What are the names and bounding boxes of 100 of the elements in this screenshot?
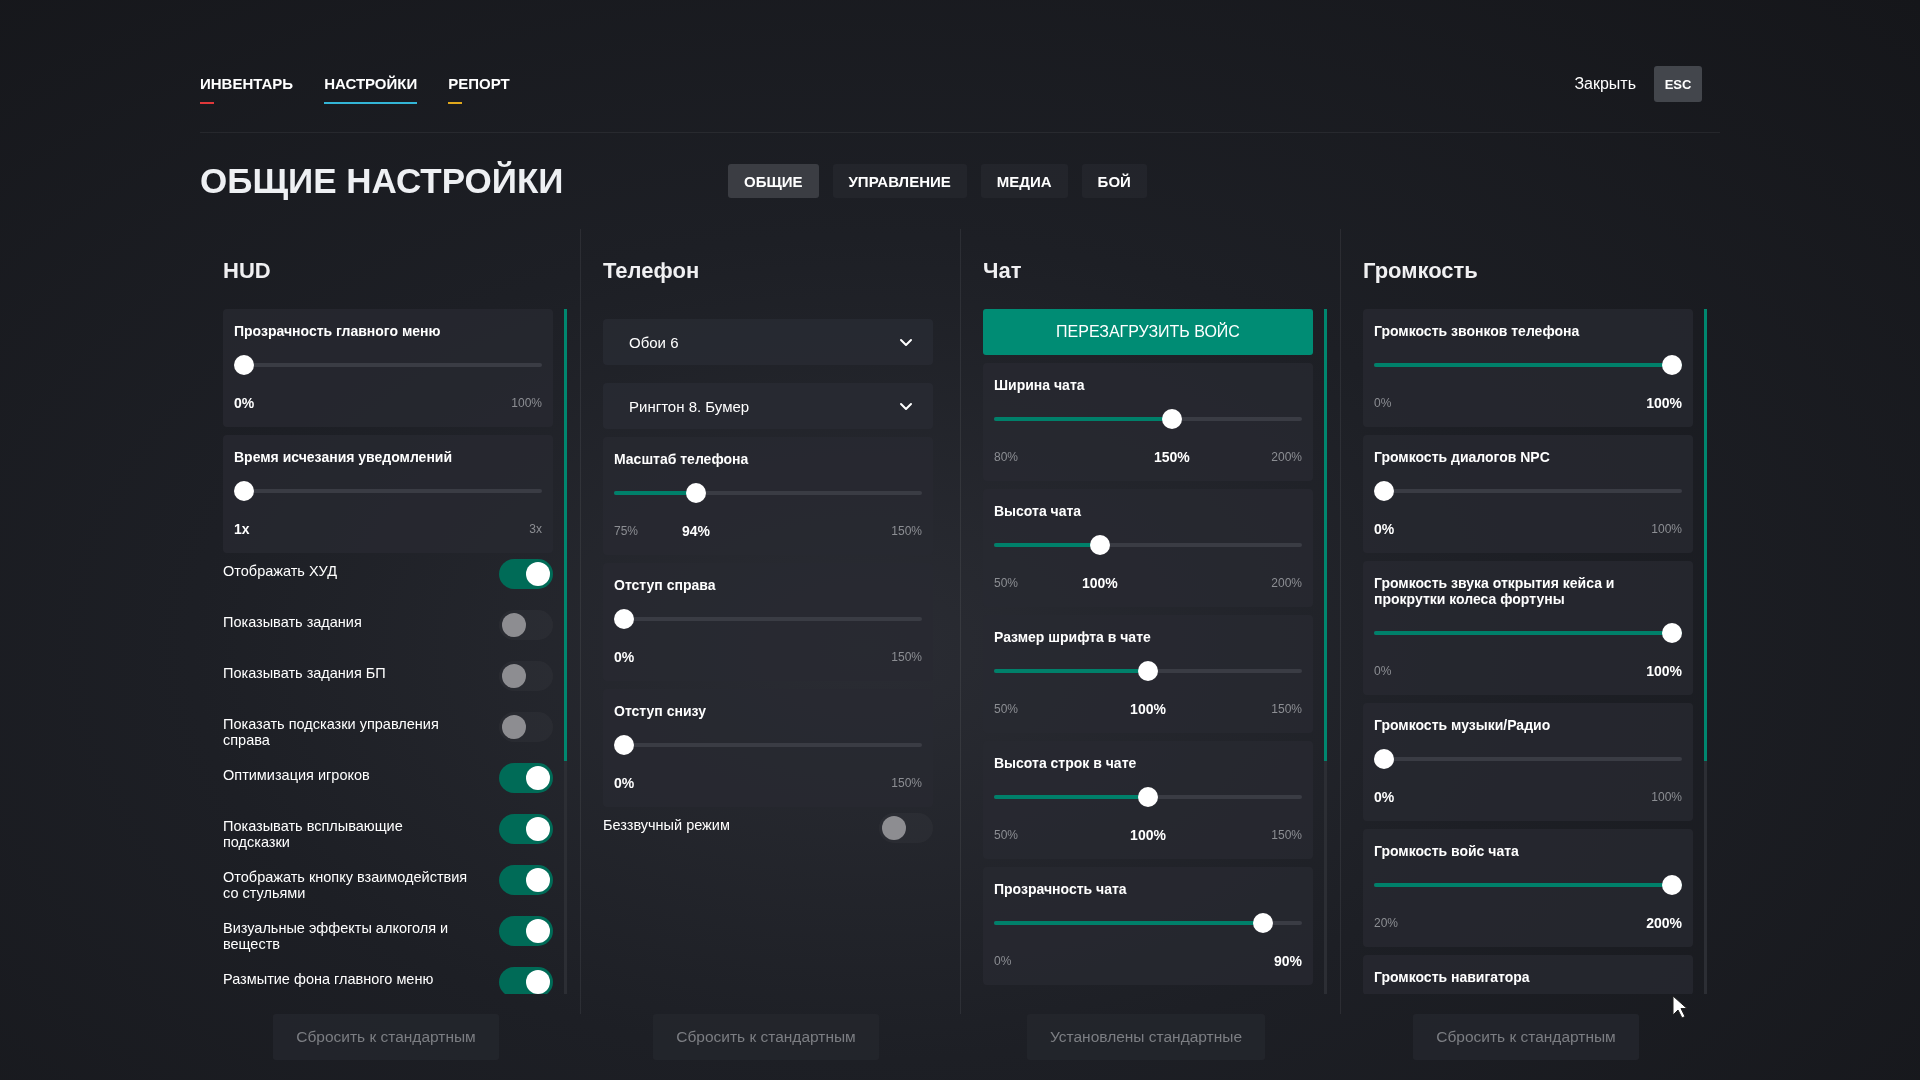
slider-track[interactable]: [234, 355, 542, 375]
slider-thumb[interactable]: [614, 609, 634, 629]
slider-label: Ширина чата: [994, 377, 1086, 393]
max-value: 150%: [1271, 828, 1302, 842]
category-tab[interactable]: МЕДИА: [980, 164, 1068, 198]
max-value: 150%: [891, 776, 922, 790]
slider-track[interactable]: [994, 787, 1302, 807]
toggle-label: Показывать задания: [223, 613, 363, 630]
current-value: 0%: [1374, 789, 1395, 805]
slider-label: Масштаб телефона: [614, 451, 750, 467]
slider-label: Громкость войс чата: [1374, 843, 1520, 859]
slider-label: Отступ справа: [614, 577, 717, 593]
toggle-switch[interactable]: [499, 763, 553, 793]
slider-thumb[interactable]: [1138, 661, 1158, 681]
slider-label: Громкость диалогов NPC: [1374, 449, 1551, 465]
max-value: 100%: [511, 396, 542, 410]
slider-thumb[interactable]: [1089, 535, 1110, 555]
cursor-icon: [1672, 995, 1688, 1019]
slider-track[interactable]: [234, 481, 542, 501]
page-title: ОБЩИЕ НАСТРОЙКИ: [200, 161, 565, 201]
current-value: 200%: [1646, 915, 1682, 931]
toggle-switch[interactable]: [499, 712, 553, 742]
current-value: 100%: [1130, 701, 1166, 717]
slider-label: Громкость навигатора: [1374, 969, 1531, 985]
scrollbar[interactable]: [1324, 309, 1327, 994]
min-value: 0%: [1374, 396, 1392, 410]
min-value: 0%: [994, 954, 1012, 968]
slider-track[interactable]: [1374, 355, 1682, 375]
current-value: 100%: [1646, 663, 1682, 679]
slider-thumb[interactable]: [1374, 749, 1394, 769]
slider-thumb[interactable]: [1662, 875, 1682, 895]
dropdown[interactable]: Рингтон 8. Бумер: [603, 383, 933, 429]
min-value: 50%: [994, 576, 1019, 590]
toggle-label: Визуальные эффекты алкоголя и веществ: [223, 919, 450, 952]
toggle-switch[interactable]: [499, 661, 553, 691]
toggle-label: Оптимизация игроков: [223, 766, 371, 783]
slider-track[interactable]: [994, 409, 1302, 429]
slider-track[interactable]: [1374, 481, 1682, 501]
toggle-switch[interactable]: [499, 916, 553, 946]
toggle-label: Показывать всплывающие подсказки: [223, 817, 404, 850]
slider-label: Высота чата: [994, 503, 1083, 519]
slider-thumb[interactable]: [1161, 409, 1182, 429]
reload-voice-button[interactable]: ПЕРЕЗАГРУЗИТЬ ВОЙС: [983, 309, 1313, 355]
toggle-switch[interactable]: [499, 559, 553, 589]
toggle-label: Показывать задания БП: [223, 664, 387, 681]
slider-thumb[interactable]: [1374, 481, 1394, 501]
slider-thumb[interactable]: [1662, 623, 1682, 643]
min-value: 50%: [994, 828, 1019, 842]
slider-thumb[interactable]: [686, 483, 706, 503]
reset-defaults-button[interactable]: Сбросить к стандартным: [1413, 1014, 1639, 1060]
current-value: 0%: [614, 775, 635, 791]
slider-track[interactable]: [1374, 623, 1682, 643]
max-value: 3x: [529, 522, 542, 536]
slider-thumb[interactable]: [1138, 787, 1158, 807]
esc-key-button[interactable]: ESC: [1654, 66, 1702, 102]
reset-defaults-button[interactable]: Сбросить к стандартным: [653, 1014, 879, 1060]
nav-tab[interactable]: ИНВЕНТАРЬ: [200, 74, 294, 104]
toggle-switch[interactable]: [499, 814, 553, 844]
slider-label: Прозрачность главного меню: [234, 323, 442, 339]
max-value: 150%: [1271, 702, 1302, 716]
slider-thumb[interactable]: [614, 735, 634, 755]
max-value: 200%: [1271, 450, 1302, 464]
nav-tab[interactable]: РЕПОРТ: [448, 74, 510, 104]
slider-label: Отступ снизу: [614, 703, 707, 719]
slider-track[interactable]: [1374, 875, 1682, 895]
min-value: 0%: [1374, 664, 1392, 678]
reset-defaults-button[interactable]: Установлены стандартные: [1026, 1014, 1266, 1060]
chevron-down-icon: [899, 337, 913, 347]
current-value: 90%: [1273, 953, 1302, 969]
reset-defaults-button[interactable]: Сбросить к стандартным: [273, 1014, 499, 1060]
max-value: 100%: [1651, 522, 1682, 536]
section-title: Телефон: [603, 257, 701, 285]
slider-label: Размер шрифта в чате: [994, 629, 1152, 645]
toggle-switch[interactable]: [879, 813, 933, 843]
category-tab[interactable]: ОБЩИЕ: [728, 164, 819, 198]
slider-track[interactable]: [994, 913, 1302, 933]
slider-label: Громкость музыки/Радио: [1374, 717, 1552, 733]
nav-tab[interactable]: НАСТРОЙКИ: [324, 74, 418, 104]
current-value: 0%: [614, 649, 635, 665]
category-tab[interactable]: УПРАВЛЕНИЕ: [832, 164, 967, 198]
slider-track[interactable]: [614, 735, 922, 755]
toggle-switch[interactable]: [499, 967, 553, 994]
dropdown[interactable]: Обои 6: [603, 319, 933, 365]
slider-track[interactable]: [614, 609, 922, 629]
slider-thumb[interactable]: [1662, 355, 1682, 375]
slider-track[interactable]: [994, 661, 1302, 681]
slider-label: Громкость звонков телефона: [1374, 323, 1581, 339]
toggle-switch[interactable]: [499, 610, 553, 640]
slider-track[interactable]: [614, 483, 922, 503]
toggle-switch[interactable]: [499, 865, 553, 895]
category-tab[interactable]: БОЙ: [1081, 164, 1147, 198]
slider-thumb[interactable]: [234, 355, 254, 375]
scrollbar[interactable]: [1704, 309, 1707, 994]
slider-thumb[interactable]: [234, 481, 254, 501]
slider-track[interactable]: [1374, 749, 1682, 769]
slider-track[interactable]: [994, 535, 1302, 555]
slider-label: Высота строк в чате: [994, 755, 1138, 771]
toggle-label: Размытие фона главного меню: [223, 970, 435, 987]
scrollbar[interactable]: [564, 309, 567, 994]
slider-thumb[interactable]: [1253, 913, 1274, 933]
